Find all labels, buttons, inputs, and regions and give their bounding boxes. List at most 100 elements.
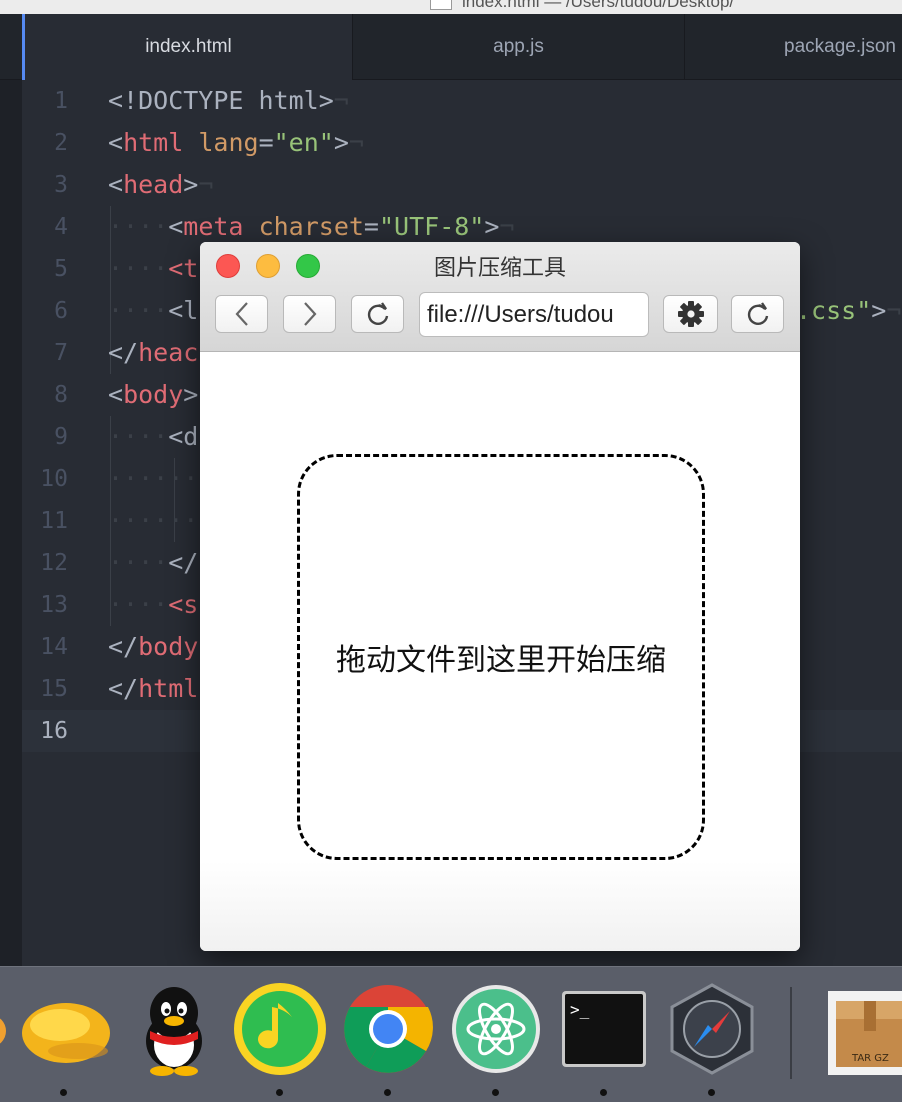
code-token: body (138, 632, 199, 661)
line-number: 5 (54, 256, 68, 282)
mango-app-icon[interactable] (18, 981, 114, 1077)
window-title: index.html — /Users/tudou/Desktop/ (462, 0, 735, 11)
browser-toolbar: 图片压缩工具 file:///Users/tudou (200, 242, 800, 352)
line-number: 15 (40, 676, 68, 702)
qq-music-icon[interactable] (232, 981, 328, 1077)
tree-view-rail[interactable] (0, 14, 22, 966)
gear-icon (677, 301, 704, 327)
code-token: body (123, 380, 184, 409)
code-token: html (138, 674, 199, 703)
reload-icon (367, 302, 388, 325)
code-token: html (123, 128, 184, 157)
eol-marker: ¬ (333, 86, 349, 115)
code-line-1: 1 <!DOCTYPE html>¬ (22, 80, 902, 122)
chrome-icon[interactable] (340, 981, 436, 1077)
line-number: 10 (40, 466, 68, 492)
line-number: 14 (40, 634, 68, 660)
running-indicator (708, 1089, 715, 1096)
code-token: > (183, 170, 199, 199)
code-token: <s (168, 590, 199, 619)
code-token: = (258, 128, 274, 157)
code-token: = (363, 212, 379, 241)
eol-marker: ¬ (886, 296, 902, 325)
code-token: <!DOCTYPE html> (108, 86, 334, 115)
tab-app-js[interactable]: app.js (352, 14, 685, 80)
code-token: </ (108, 338, 139, 367)
line-number: 9 (54, 424, 68, 450)
code-token: .css" (796, 296, 872, 325)
line-number: 12 (40, 550, 68, 576)
indent-marker: ···· (108, 548, 169, 577)
code-token: <t (168, 254, 199, 283)
settings-button[interactable] (663, 295, 718, 333)
tab-bar: index.html app.js package.json (0, 14, 902, 80)
file-drop-zone[interactable]: 拖动文件到这里开始压缩 (297, 454, 705, 860)
eol-marker: ¬ (198, 170, 214, 199)
running-indicator (384, 1089, 391, 1096)
indent-marker: ···· (108, 590, 169, 619)
eol-marker: ¬ (348, 128, 364, 157)
tab-package-json[interactable]: package.json (686, 14, 902, 80)
code-token: > (183, 380, 199, 409)
code-token: "UTF-8" (378, 212, 485, 241)
eol-marker: ¬ (499, 212, 515, 241)
code-token: > (484, 212, 500, 241)
line-number: 2 (54, 130, 68, 156)
code-token: meta (183, 212, 244, 241)
code-token: </ (168, 548, 199, 577)
address-bar[interactable]: file:///Users/tudou (419, 292, 649, 337)
line-number: 3 (54, 172, 68, 198)
line-number: 8 (54, 382, 68, 408)
safari-icon[interactable] (664, 981, 760, 1077)
code-token: </ (108, 674, 139, 703)
running-indicator (60, 1089, 67, 1096)
code-token: < (168, 212, 184, 241)
code-line-2: 2 <html lang="en">¬ (22, 122, 902, 164)
forward-button[interactable] (283, 295, 336, 333)
indent-marker: ···· (108, 212, 169, 241)
partial-app-icon[interactable] (0, 981, 10, 1077)
code-token: <l (168, 296, 199, 325)
code-token: lang (198, 128, 259, 157)
chevron-left-icon (235, 302, 248, 326)
chevron-right-icon (303, 302, 316, 326)
code-token: "en" (273, 128, 334, 157)
qq-icon[interactable] (126, 981, 222, 1077)
code-token: < (108, 170, 124, 199)
running-indicator (492, 1089, 499, 1096)
reload-page-button[interactable] (731, 295, 784, 333)
line-number: 1 (54, 88, 68, 114)
window-title-bar: index.html — /Users/tudou/Desktop/ (0, 0, 902, 14)
browser-window: 图片压缩工具 file:///Users/tudou 拖动文件到这里开始压缩 (200, 242, 800, 951)
line-number: 11 (40, 508, 68, 534)
reload-button[interactable] (351, 295, 404, 333)
code-token: < (108, 128, 124, 157)
drop-zone-label: 拖动文件到这里开始压缩 (336, 643, 666, 678)
document-icon (430, 0, 452, 10)
code-token: <d (168, 422, 199, 451)
tab-index-html[interactable]: index.html (22, 14, 352, 80)
line-number: 13 (40, 592, 68, 618)
archive-targz-icon[interactable]: TAR GZ (824, 981, 902, 1077)
code-token: head (123, 170, 184, 199)
reload-icon (747, 302, 768, 325)
url-text: file:///Users/tudou (427, 301, 614, 328)
code-token: < (108, 380, 124, 409)
indent-marker: ···· (108, 422, 169, 451)
code-token: </ (108, 632, 139, 661)
terminal-icon[interactable]: >_ (556, 981, 652, 1077)
line-number: 6 (54, 298, 68, 324)
line-number: 16 (40, 718, 68, 744)
atom-icon[interactable] (448, 981, 544, 1077)
dock: >_ TAR GZ (0, 966, 902, 1102)
running-indicator (600, 1089, 607, 1096)
dock-separator (790, 987, 792, 1079)
browser-content: 拖动文件到这里开始压缩 (200, 352, 800, 951)
code-token: > (333, 128, 349, 157)
code-token: > (871, 296, 887, 325)
running-indicator (276, 1089, 283, 1096)
back-button[interactable] (215, 295, 268, 333)
indent-marker: ···· (108, 254, 169, 283)
